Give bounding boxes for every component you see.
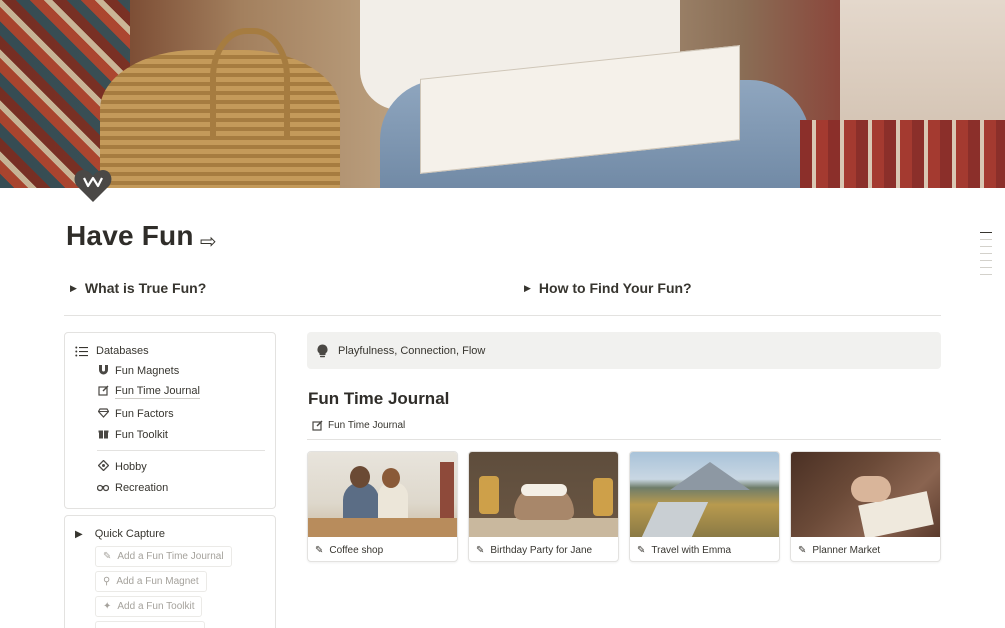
card-cover-image bbox=[308, 452, 457, 537]
databases-header: Databases bbox=[75, 345, 149, 357]
view-tab-fun-time-journal[interactable]: Fun Time Journal bbox=[312, 420, 405, 431]
db-link-fun-factors[interactable]: Fun Factors bbox=[97, 407, 174, 421]
add-fun-magnet-button[interactable]: ⚲ Add a Fun Magnet bbox=[95, 571, 207, 592]
section-heading: Fun Time Journal bbox=[308, 389, 450, 408]
add-fun-time-journal-button[interactable]: ✎ Add a Fun Time Journal bbox=[95, 546, 232, 567]
heart-icon[interactable] bbox=[72, 164, 114, 206]
gallery-card[interactable]: ✎ Travel with Emma bbox=[629, 451, 780, 562]
db-link-fun-toolkit[interactable]: Fun Toolkit bbox=[97, 428, 168, 442]
arrow-right-icon: ⇨ bbox=[200, 229, 217, 253]
card-title: Travel with Emma bbox=[651, 544, 732, 556]
gallery-card[interactable]: ✎ Planner Market bbox=[790, 451, 941, 562]
pen-icon: ✎ bbox=[103, 551, 112, 562]
triangle-right-icon: ▶ bbox=[75, 528, 83, 540]
add-fun-toolkit-button[interactable]: ✦ Add a Fun Toolkit bbox=[95, 596, 203, 617]
pen-icon: ✎ bbox=[315, 544, 324, 556]
gem-icon bbox=[97, 407, 109, 421]
toggle-what-is-true-fun[interactable]: ▶ What is True Fun? bbox=[70, 280, 206, 296]
db-link-recreation[interactable]: Recreation bbox=[96, 481, 168, 495]
pen-icon: ✎ bbox=[637, 544, 646, 556]
table-of-contents[interactable] bbox=[980, 232, 992, 281]
gallery-card[interactable]: ✎ Birthday Party for Jane bbox=[468, 451, 619, 562]
edit-icon bbox=[97, 385, 109, 399]
card-cover-image bbox=[469, 452, 618, 537]
card-title: Birthday Party for Jane bbox=[490, 544, 593, 556]
list-icon bbox=[75, 346, 88, 356]
gift-icon bbox=[97, 428, 109, 442]
hobby-icon bbox=[97, 459, 109, 474]
card-cover-image bbox=[630, 452, 779, 537]
db-link-hobby[interactable]: Hobby bbox=[97, 459, 147, 474]
divider bbox=[64, 315, 941, 316]
toggle-how-to-find-your-fun[interactable]: ▶ How to Find Your Fun? bbox=[524, 280, 692, 296]
card-cover-image bbox=[791, 452, 940, 537]
databases-panel: Databases Fun Magnets Fun Time Journal F… bbox=[64, 332, 276, 509]
lightbulb-icon bbox=[317, 344, 328, 357]
cover-image bbox=[0, 0, 1005, 188]
callout-text: Playfulness, Connection, Flow bbox=[338, 344, 486, 357]
party-icon: ✦ bbox=[103, 601, 112, 612]
magnet-icon: ⚲ bbox=[103, 576, 111, 587]
edit-icon bbox=[312, 420, 323, 431]
quick-capture-panel: ▶ Quick Capture ✎ Add a Fun Time Journal… bbox=[64, 515, 276, 628]
page-title: Have Fun bbox=[66, 220, 194, 251]
callout: Playfulness, Connection, Flow bbox=[307, 332, 941, 369]
quick-capture-button[interactable] bbox=[95, 621, 205, 628]
card-title: Planner Market bbox=[812, 544, 881, 556]
magnet-icon bbox=[97, 364, 109, 378]
db-link-fun-time-journal[interactable]: Fun Time Journal bbox=[97, 385, 200, 399]
divider bbox=[97, 450, 265, 451]
toggle-label: What is True Fun? bbox=[84, 280, 207, 296]
db-link-fun-magnets[interactable]: Fun Magnets bbox=[97, 364, 179, 378]
triangle-right-icon: ▶ bbox=[524, 282, 531, 293]
gallery-card[interactable]: ✎ Coffee shop bbox=[307, 451, 458, 562]
card-title: Coffee shop bbox=[329, 544, 384, 556]
triangle-right-icon: ▶ bbox=[70, 282, 77, 293]
toggle-label: How to Find Your Fun? bbox=[538, 280, 692, 296]
divider bbox=[307, 439, 941, 440]
binoculars-icon bbox=[96, 481, 110, 495]
pen-icon: ✎ bbox=[476, 544, 485, 556]
quick-capture-toggle[interactable]: ▶ Quick Capture bbox=[75, 528, 165, 540]
pen-icon: ✎ bbox=[798, 544, 807, 556]
